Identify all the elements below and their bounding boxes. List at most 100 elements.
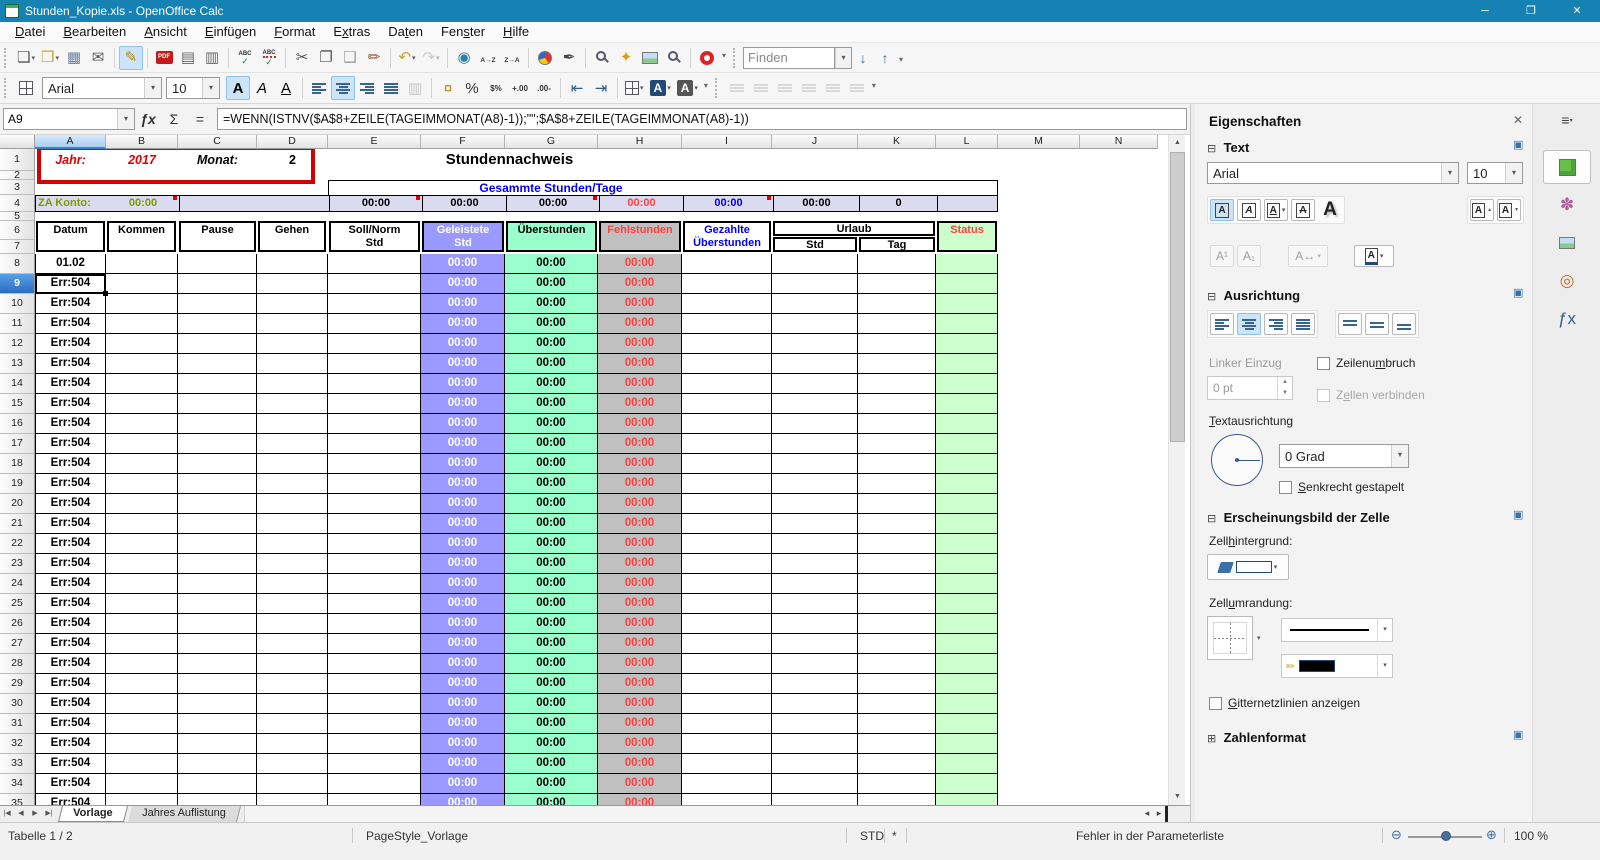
row-header-20[interactable]: 20 xyxy=(0,494,35,514)
first-sheet-button[interactable]: |◀ xyxy=(0,806,14,822)
cell-B11[interactable] xyxy=(106,314,178,334)
spin-down-icon[interactable]: ▼ xyxy=(1278,388,1292,399)
row-header-1[interactable]: 1 xyxy=(0,149,35,171)
cell-N15[interactable] xyxy=(1080,394,1158,414)
cell-A17[interactable]: Err:504 xyxy=(35,434,106,454)
cell-H34[interactable]: 00:00 xyxy=(598,774,682,794)
cell-L23[interactable] xyxy=(936,554,998,574)
cell-H23[interactable]: 00:00 xyxy=(598,554,682,574)
cell-E28[interactable] xyxy=(328,654,421,674)
export-pdf-button[interactable]: PDF xyxy=(152,46,176,70)
find-replace-button[interactable] xyxy=(590,46,614,70)
cell-L14[interactable] xyxy=(936,374,998,394)
cell-D35[interactable] xyxy=(257,794,328,805)
cell-A10[interactable]: Err:504 xyxy=(35,294,106,314)
cell-F19[interactable]: 00:00 xyxy=(421,474,505,494)
cell-A33[interactable]: Err:504 xyxy=(35,754,106,774)
cell-E12[interactable] xyxy=(328,334,421,354)
row-header-25[interactable]: 25 xyxy=(0,594,35,614)
cell-C26[interactable] xyxy=(178,614,257,634)
cell-C4[interactable] xyxy=(179,196,329,211)
cell-J8[interactable] xyxy=(772,254,858,274)
cell-C27[interactable] xyxy=(178,634,257,654)
cell-C15[interactable] xyxy=(178,394,257,414)
cell-A18[interactable]: Err:504 xyxy=(35,454,106,474)
cell-C20[interactable] xyxy=(178,494,257,514)
zoom-in-icon[interactable]: ⊕ xyxy=(1486,827,1497,843)
formula-input[interactable] xyxy=(217,108,1187,130)
sidebar-align-right-button[interactable] xyxy=(1264,313,1288,335)
row-header-13[interactable]: 13 xyxy=(0,354,35,374)
column-header-K[interactable]: K xyxy=(858,135,936,149)
character-spacing-button[interactable]: A↔ ▾ xyxy=(1288,245,1328,267)
cell-F29[interactable]: 00:00 xyxy=(421,674,505,694)
cell-G13[interactable]: 00:00 xyxy=(505,354,598,374)
cell-L30[interactable] xyxy=(936,694,998,714)
cell-F23[interactable]: 00:00 xyxy=(421,554,505,574)
cell-C30[interactable] xyxy=(178,694,257,714)
sidebar-font-color-button[interactable]: A ▾ xyxy=(1354,245,1394,267)
sidebar-align-left-button[interactable] xyxy=(1210,313,1234,335)
cell-F35[interactable]: 00:00 xyxy=(421,794,505,805)
border-picker[interactable] xyxy=(1207,616,1253,660)
cell-K10[interactable] xyxy=(858,294,936,314)
cell-N17[interactable] xyxy=(1080,434,1158,454)
cell-K4[interactable]: 0 xyxy=(859,196,937,211)
cell-L9[interactable] xyxy=(936,274,998,294)
cell-D28[interactable] xyxy=(257,654,328,674)
cell-L10[interactable] xyxy=(936,294,998,314)
cell-I18[interactable] xyxy=(682,454,772,474)
cell-B18[interactable] xyxy=(106,454,178,474)
italic-button[interactable]: A xyxy=(250,76,274,100)
cell-J34[interactable] xyxy=(772,774,858,794)
cell-K31[interactable] xyxy=(858,714,936,734)
subscript-button[interactable]: A₁ xyxy=(1237,245,1261,267)
cell-D26[interactable] xyxy=(257,614,328,634)
header-urlaub-std[interactable]: Std xyxy=(773,237,857,252)
cell-G29[interactable]: 00:00 xyxy=(505,674,598,694)
cell-M8[interactable] xyxy=(998,254,1080,274)
cell-J28[interactable] xyxy=(772,654,858,674)
cell-L25[interactable] xyxy=(936,594,998,614)
column-header-H[interactable]: H xyxy=(598,135,682,149)
cell-L24[interactable] xyxy=(936,574,998,594)
sort-descending-button[interactable]: Z→A xyxy=(500,46,524,70)
cell-I15[interactable] xyxy=(682,394,772,414)
cell-E11[interactable] xyxy=(328,314,421,334)
cell-E24[interactable] xyxy=(328,574,421,594)
align-right-button[interactable] xyxy=(355,76,379,100)
cell-H20[interactable]: 00:00 xyxy=(598,494,682,514)
cell-M25[interactable] xyxy=(998,594,1080,614)
cell-C23[interactable] xyxy=(178,554,257,574)
cell-E26[interactable] xyxy=(328,614,421,634)
row-header-30[interactable]: 30 xyxy=(0,694,35,714)
cell-D14[interactable] xyxy=(257,374,328,394)
cell-G16[interactable]: 00:00 xyxy=(505,414,598,434)
cell-N18[interactable] xyxy=(1080,454,1158,474)
cell-E8[interactable] xyxy=(328,254,421,274)
help-button[interactable] xyxy=(695,46,719,70)
cell-M10[interactable] xyxy=(998,294,1080,314)
cell-E31[interactable] xyxy=(328,714,421,734)
cell-C25[interactable] xyxy=(178,594,257,614)
formatting-overflow-icon[interactable]: ▾ xyxy=(704,81,708,90)
cell-G15[interactable]: 00:00 xyxy=(505,394,598,414)
sidebar-bold-button[interactable]: A xyxy=(1210,199,1234,221)
cell-C34[interactable] xyxy=(178,774,257,794)
formatting-toolbar-handle[interactable] xyxy=(4,78,9,98)
show-gridlines-checkbox[interactable]: Gitternetzlinien anzeigen xyxy=(1209,696,1360,710)
minimize-button[interactable]: ─ xyxy=(1462,0,1508,22)
cell-G19[interactable]: 00:00 xyxy=(505,474,598,494)
cell-B19[interactable] xyxy=(106,474,178,494)
cell-K35[interactable] xyxy=(858,794,936,805)
object-align-bottom-button[interactable] xyxy=(845,76,869,100)
cell-B23[interactable] xyxy=(106,554,178,574)
cell-C18[interactable] xyxy=(178,454,257,474)
cell-I19[interactable] xyxy=(682,474,772,494)
line-style-dropdown[interactable]: ▾ xyxy=(1281,618,1393,642)
cell-F20[interactable]: 00:00 xyxy=(421,494,505,514)
cell-L17[interactable] xyxy=(936,434,998,454)
column-header-A[interactable]: A xyxy=(35,135,106,149)
cell-J18[interactable] xyxy=(772,454,858,474)
row-header-35[interactable]: 35 xyxy=(0,794,35,805)
